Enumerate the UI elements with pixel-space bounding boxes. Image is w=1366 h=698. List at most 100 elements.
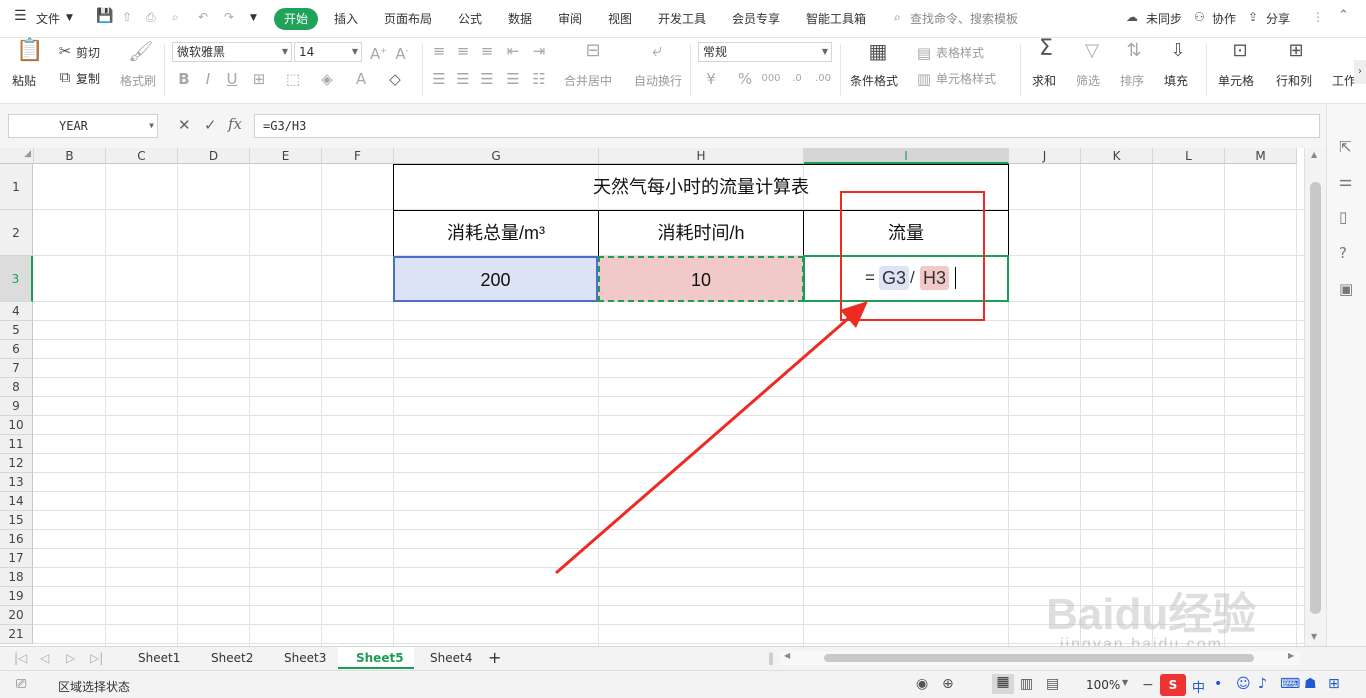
clear-icon[interactable]: ◇: [386, 70, 404, 88]
sogou-ime-icon[interactable]: S: [1160, 674, 1186, 696]
column-header-k[interactable]: K: [1081, 148, 1153, 164]
row-header-9[interactable]: 9: [0, 397, 33, 416]
emoji-icon[interactable]: ☺: [1236, 676, 1251, 692]
align-center-icon[interactable]: ☰: [454, 70, 472, 88]
sheet-tab-5[interactable]: Sheet5: [356, 651, 404, 665]
decrease-font-icon[interactable]: A-: [394, 42, 410, 63]
number-format-select[interactable]: 常规 ▼: [698, 42, 832, 62]
column-header-d[interactable]: D: [178, 148, 250, 164]
increase-font-icon[interactable]: A+: [370, 42, 387, 63]
undo-icon[interactable]: ↶: [198, 10, 208, 24]
cell-icon[interactable]: ⊡: [1228, 42, 1252, 60]
merge-center-button[interactable]: 合并居中: [564, 72, 612, 89]
save-icon[interactable]: 💾: [96, 8, 113, 24]
wrap-text-button[interactable]: 自动换行: [634, 72, 682, 89]
fill-button[interactable]: 填充: [1164, 72, 1188, 89]
help-icon[interactable]: ?: [1339, 244, 1347, 262]
row-header-19[interactable]: 19: [0, 587, 33, 606]
column-header-c[interactable]: C: [106, 148, 178, 164]
cell-shade-icon[interactable]: ⬚: [284, 70, 302, 88]
filter-button[interactable]: 筛选: [1076, 72, 1100, 89]
font-color-icon[interactable]: A: [352, 70, 370, 88]
file-menu[interactable]: 文件: [36, 10, 60, 27]
font-size-select[interactable]: 14 ▼: [294, 42, 362, 62]
wrap-icon[interactable]: ⤶: [646, 42, 668, 60]
tab-review[interactable]: 审阅: [558, 10, 582, 27]
normal-view-icon[interactable]: ▦: [992, 674, 1014, 694]
row-header-11[interactable]: 11: [0, 435, 33, 454]
border-icon[interactable]: ⊞: [250, 70, 268, 88]
tab-member[interactable]: 会员专享: [732, 10, 780, 27]
first-sheet-icon[interactable]: |◁: [14, 651, 27, 665]
image-icon[interactable]: ▣: [1339, 280, 1353, 298]
tab-smart-tools[interactable]: 智能工具箱: [806, 10, 866, 27]
row-header-6[interactable]: 6: [0, 340, 33, 359]
page-layout-view-icon[interactable]: ▥: [1020, 676, 1033, 692]
document-icon[interactable]: ▯: [1339, 208, 1347, 226]
keyboard-icon[interactable]: ⌨: [1280, 676, 1300, 692]
confirm-icon[interactable]: ✓: [204, 116, 217, 134]
pointer-icon[interactable]: ⇱: [1339, 138, 1352, 156]
brush-icon[interactable]: 🖌: [128, 41, 153, 61]
sheet-tab-4[interactable]: Sheet4: [430, 651, 472, 665]
format-painter-button[interactable]: 格式刷: [120, 72, 156, 89]
decrease-decimal-icon[interactable]: .00: [812, 70, 834, 88]
row-header-12[interactable]: 12: [0, 454, 33, 473]
search-icon[interactable]: ⌕: [894, 10, 901, 25]
toolbox-icon[interactable]: ⊞: [1328, 676, 1340, 692]
hamburger-icon[interactable]: ☰: [14, 8, 27, 24]
prev-sheet-icon[interactable]: ◁: [40, 651, 49, 665]
thousands-icon[interactable]: 000: [760, 70, 782, 88]
tab-page-layout[interactable]: 页面布局: [384, 10, 432, 27]
indent-increase-icon[interactable]: ⇥: [530, 42, 548, 60]
next-sheet-icon[interactable]: ▷: [66, 651, 75, 665]
column-header-j[interactable]: J: [1009, 148, 1081, 164]
cut-button[interactable]: 剪切: [76, 44, 100, 61]
conditional-format-icon[interactable]: ▦: [866, 41, 890, 61]
copy-button[interactable]: 复制: [76, 70, 100, 87]
tab-developer[interactable]: 开发工具: [658, 10, 706, 27]
sheet-tab-2[interactable]: Sheet2: [211, 651, 253, 665]
column-header-f[interactable]: F: [322, 148, 394, 164]
conditional-format-button[interactable]: 条件格式: [850, 72, 898, 89]
command-search[interactable]: 查找命令、搜索模板: [910, 10, 1018, 27]
column-header-e[interactable]: E: [250, 148, 322, 164]
row-header-21[interactable]: 21: [0, 625, 33, 644]
print-preview-icon[interactable]: ⌕: [172, 10, 179, 25]
row-header-10[interactable]: 10: [0, 416, 33, 435]
name-box[interactable]: YEAR ▼: [8, 114, 158, 138]
cell-button[interactable]: 单元格: [1218, 72, 1254, 89]
ribbon-scroll-right-icon[interactable]: ›: [1354, 60, 1366, 84]
collapse-icon[interactable]: ⌃: [1338, 8, 1349, 23]
cancel-icon[interactable]: ✕: [178, 116, 191, 134]
align-middle-icon[interactable]: ≡: [454, 42, 472, 60]
row-header-17[interactable]: 17: [0, 549, 33, 568]
punctuation-icon[interactable]: •: [1214, 676, 1222, 692]
more-dropdown-icon[interactable]: ▼: [250, 13, 257, 23]
tab-data[interactable]: 数据: [508, 10, 532, 27]
insert-function-icon[interactable]: fx: [228, 115, 242, 133]
distribute-icon[interactable]: ☷: [530, 70, 548, 88]
fill-icon[interactable]: ⇩: [1166, 42, 1190, 60]
column-header-l[interactable]: L: [1153, 148, 1225, 164]
scroll-down-icon[interactable]: ▼: [1311, 632, 1317, 641]
sort-icon[interactable]: ⇅: [1122, 42, 1146, 60]
copy-icon[interactable]: ⧉: [56, 68, 74, 86]
tab-formulas[interactable]: 公式: [458, 10, 482, 27]
column-header-b[interactable]: B: [34, 148, 106, 164]
splitter-icon[interactable]: ‖: [768, 651, 774, 665]
sum-button[interactable]: 求和: [1032, 72, 1056, 89]
scroll-up-icon[interactable]: ▲: [1311, 150, 1317, 159]
align-top-icon[interactable]: ≡: [430, 42, 448, 60]
header-total-consumption[interactable]: 消耗总量/m³: [394, 211, 598, 256]
last-sheet-icon[interactable]: ▷|: [90, 651, 103, 665]
export-icon[interactable]: ⇧: [122, 10, 132, 24]
tab-insert[interactable]: 插入: [334, 10, 358, 27]
bold-icon[interactable]: B: [176, 70, 192, 88]
zoom-out-icon[interactable]: −: [1142, 677, 1154, 693]
merge-icon[interactable]: ⊟: [582, 42, 604, 60]
row-header-15[interactable]: 15: [0, 511, 33, 530]
add-sheet-button[interactable]: +: [488, 648, 501, 667]
italic-icon[interactable]: I: [200, 70, 216, 88]
increase-decimal-icon[interactable]: .0: [786, 70, 808, 88]
